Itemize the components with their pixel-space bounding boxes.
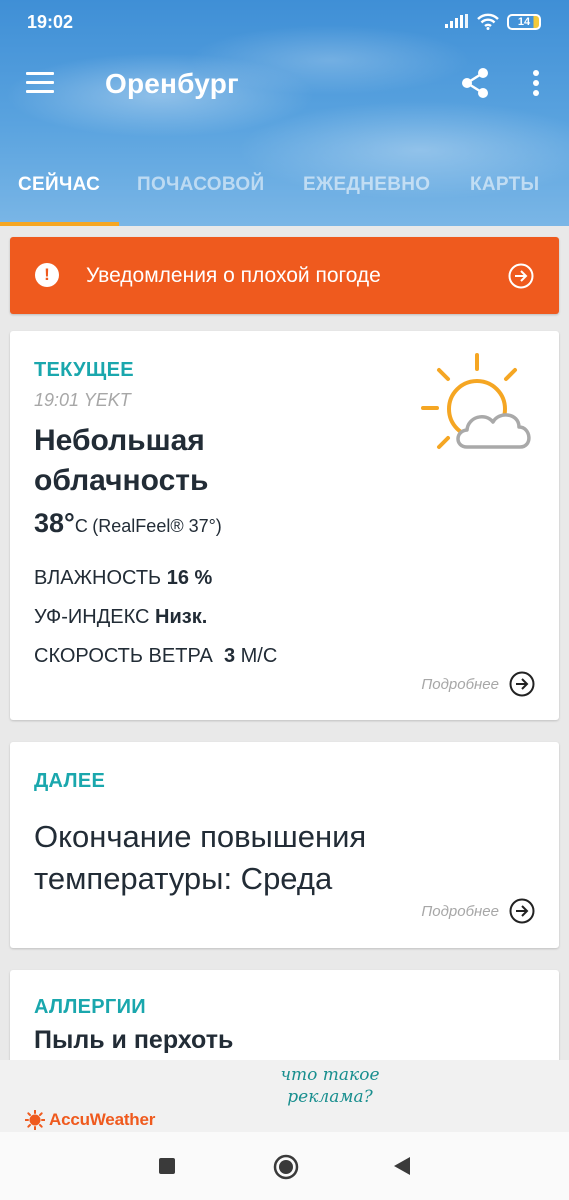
temperature-unit: C xyxy=(74,516,88,536)
ad-question-link[interactable]: что такое реклама? xyxy=(270,1064,390,1108)
humidity-value: 16 % xyxy=(166,567,213,589)
next-text: Окончание повышения температуры: Среда xyxy=(34,819,367,896)
tab-daily[interactable]: ЕЖЕДНЕВНО xyxy=(303,174,430,196)
arrow-right-icon xyxy=(508,263,534,294)
current-more-link[interactable]: Подробнее xyxy=(421,671,535,697)
humidity-label: ВЛАЖНОСТЬ xyxy=(34,567,162,589)
back-icon xyxy=(394,1157,410,1175)
allergy-title: АЛЛЕРГИИ xyxy=(34,996,146,1018)
system-nav-bar xyxy=(0,1132,569,1200)
home-button[interactable] xyxy=(273,1154,299,1185)
wifi-icon xyxy=(477,13,499,35)
arrow-right-icon xyxy=(509,898,535,924)
more-label: Подробнее xyxy=(421,902,499,920)
realfeel-value: (RealFeel® 37°) xyxy=(92,516,222,536)
status-bar: 19:02 14 xyxy=(0,0,569,46)
partly-cloudy-icon xyxy=(415,349,540,464)
uv-label: УФ-ИНДЕКС xyxy=(34,606,150,628)
wind-value: 3 xyxy=(223,645,236,667)
more-label: Подробнее xyxy=(421,675,499,693)
wind-label: СКОРОСТЬ ВЕТРА xyxy=(34,645,213,667)
share-button[interactable] xyxy=(460,67,490,104)
brand-name: AccuWeather xyxy=(49,1110,156,1129)
recents-button[interactable] xyxy=(159,1158,175,1174)
allergy-text: Пыль и перхоть xyxy=(34,1026,234,1054)
header: 19:02 14 Оренбург СЕЙЧАС ПОЧАСОВОЙ ЕЖЕДН… xyxy=(0,0,569,226)
tab-maps[interactable]: КАРТЫ xyxy=(470,174,539,196)
arrow-right-icon xyxy=(509,671,535,697)
temperature-row: 38°C (RealFeel® 37°) xyxy=(34,508,222,539)
app-bar: Оренбург xyxy=(0,52,569,122)
temperature-value: 38° xyxy=(34,508,75,538)
uv-value: Низк. xyxy=(155,606,208,628)
next-title: ДАЛЕЕ xyxy=(34,770,106,792)
uv-row: УФ-ИНДЕКС Низк. xyxy=(34,606,207,629)
severe-weather-alert[interactable]: ! Уведомления о плохой погоде xyxy=(10,237,559,314)
humidity-row: ВЛАЖНОСТЬ 16 % xyxy=(34,567,212,590)
menu-button[interactable] xyxy=(26,72,54,94)
next-more-link[interactable]: Подробнее xyxy=(421,898,535,924)
accuweather-logo: AccuWeather xyxy=(25,1110,155,1130)
signal-icon xyxy=(445,14,469,33)
exclamation-icon: ! xyxy=(35,263,59,287)
current-conditions-card[interactable]: ТЕКУЩЕЕ 19:01 YEKT Небольшая облачность … xyxy=(10,331,559,720)
allergy-card[interactable]: АЛЛЕРГИИ Пыль и перхоть xyxy=(10,970,559,1070)
home-icon xyxy=(273,1154,299,1180)
share-icon xyxy=(462,68,488,98)
wind-unit: М/С xyxy=(240,645,278,667)
wind-row: СКОРОСТЬ ВЕТРА 3 М/С xyxy=(34,645,277,668)
tab-indicator xyxy=(0,222,119,226)
battery-icon: 14 xyxy=(507,14,541,30)
sun-logo-icon xyxy=(25,1110,45,1130)
condition-text: Небольшая облачность xyxy=(34,424,209,497)
observation-time: 19:01 YEKT xyxy=(34,390,131,410)
next-card[interactable]: ДАЛЕЕ Окончание повышения температуры: С… xyxy=(10,742,559,948)
city-title[interactable]: Оренбург xyxy=(105,68,239,100)
more-options-button[interactable] xyxy=(531,70,541,98)
alert-text: Уведомления о плохой погоде xyxy=(86,264,381,287)
tab-hourly[interactable]: ПОЧАСОВОЙ xyxy=(137,174,264,196)
tab-now[interactable]: СЕЙЧАС xyxy=(18,174,100,196)
back-button[interactable] xyxy=(392,1156,412,1181)
status-time: 19:02 xyxy=(27,12,74,32)
tab-bar: СЕЙЧАС ПОЧАСОВОЙ ЕЖЕДНЕВНО КАРТЫ xyxy=(0,160,569,226)
ad-banner[interactable]: что такое реклама? AccuWeather xyxy=(0,1060,569,1132)
current-title: ТЕКУЩЕЕ xyxy=(34,359,134,381)
